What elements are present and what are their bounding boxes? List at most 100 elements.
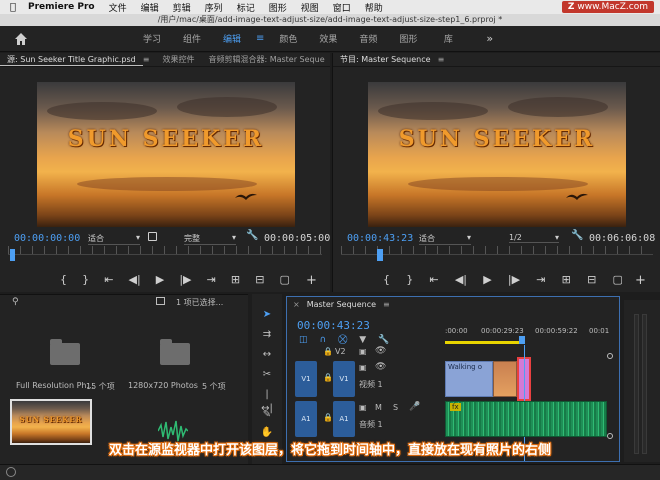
mark-out-icon[interactable]: } [406,273,413,286]
program-fit-select[interactable]: 适合 ▾ [419,233,471,245]
track-label-a1[interactable]: A1 [333,401,355,437]
hand-tool-icon[interactable]: ✋ [260,426,274,440]
track-label-v1[interactable]: V1 [333,361,355,397]
microphone-icon[interactable]: 🎤 [409,402,420,412]
add-button-icon[interactable]: + [306,273,317,288]
source-playhead[interactable] [10,249,15,261]
eye-icon[interactable]: 👁 [375,362,386,372]
source-patch-a1[interactable]: A1 [295,401,317,437]
slip-tool-icon[interactable]: |↔| [260,388,274,414]
mark-in-icon[interactable]: { [60,273,67,286]
go-to-out-icon[interactable]: ⇥ [207,273,216,286]
track-select-tool-icon[interactable]: ⇉ [260,328,274,342]
close-icon[interactable]: × [293,300,300,309]
tab-source[interactable]: 源: Sun Seeker Title Graphic.psd [0,54,143,66]
go-to-in-icon[interactable]: ⇤ [429,273,438,286]
snap-icon[interactable]: ∩ [320,335,327,345]
eye-icon[interactable]: 👁 [375,346,386,356]
tab-audio-clip-mixer[interactable]: 音频剪辑混合器: Master Seque [201,54,330,65]
overwrite-icon[interactable]: ⊟ [255,273,264,286]
tab-editing[interactable]: 编辑 [212,32,252,45]
status-icon[interactable] [6,467,16,477]
lock-icon[interactable]: 🔒 [323,413,333,422]
go-to-in-icon[interactable]: ⇤ [104,273,113,286]
lift-icon[interactable]: ⊞ [562,273,571,286]
step-forward-icon[interactable]: |▶ [179,273,191,286]
workspaces-more-icon[interactable]: » [486,32,493,45]
menu-help[interactable]: 帮助 [365,1,383,14]
program-playhead[interactable] [377,249,383,261]
audio-clip-a1[interactable]: fx [445,401,607,437]
source-video-frame[interactable]: SUN SEEKER [37,82,295,227]
program-panel-menu-icon[interactable]: ≡ [438,55,445,64]
extract-icon[interactable]: ⊟ [587,273,596,286]
nest-icon[interactable]: ◫ [299,335,308,345]
menu-window[interactable]: 窗口 [333,1,351,14]
play-icon[interactable]: ▶ [156,273,164,286]
step-back-icon[interactable]: ◀| [455,273,467,286]
linked-selection-icon[interactable]: ⛒ [338,335,347,345]
menu-sequence[interactable]: 序列 [205,1,223,14]
app-menu[interactable]: Premiere Pro [28,2,95,12]
tab-audio[interactable]: 音频 [348,32,388,45]
step-back-icon[interactable]: ◀| [129,273,141,286]
tab-assembly[interactable]: 组件 [172,32,212,45]
camera-icon[interactable]: ▢ [280,273,290,286]
tab-color[interactable]: 颜色 [268,32,308,45]
menu-graphics[interactable]: 图形 [269,1,287,14]
play-icon[interactable]: ▶ [483,273,491,286]
add-button-icon[interactable]: + [635,273,646,288]
bin-1280x720[interactable]: 1280x720 Photos 5 个项 [124,315,234,395]
tab-effect-controls[interactable]: 效果控件 [155,54,201,65]
source-patch-v1[interactable]: V1 [295,361,317,397]
tab-graphics[interactable]: 图形 [388,32,428,45]
timeline-ruler[interactable]: :00:00 00:00:29:23 00:00:59:22 00:01 [445,327,611,345]
export-frame-icon[interactable] [148,232,157,241]
wrench-icon[interactable]: 🔧 [246,230,258,241]
timeline-timecode[interactable]: 00:00:43:23 [297,319,370,332]
menu-view[interactable]: 视图 [301,1,319,14]
program-video-frame[interactable]: SUN SEEKER [368,82,626,227]
wrench-icon[interactable]: 🔧 [571,230,583,241]
program-resolution-select[interactable]: 1/2 ▾ [509,233,559,243]
lock-icon[interactable]: 🔒 [323,373,333,382]
camera-icon[interactable]: ▢ [613,273,623,286]
selected-psd-thumbnail[interactable]: SUN SEEKER [10,399,92,445]
razor-tool-icon[interactable]: ✂ [260,368,274,382]
lock-icon[interactable]: 🔒 [323,347,333,356]
tab-effects[interactable]: 效果 [308,32,348,45]
selection-tool-icon[interactable]: ➤ [260,308,274,322]
sync-lock-icon[interactable]: ▣ [359,403,367,412]
source-quality-select[interactable]: 完整 ▾ [184,233,236,245]
menu-clip[interactable]: 剪辑 [173,1,191,14]
timeline-playhead-head[interactable] [519,336,525,344]
source-fit-select[interactable]: 适合 ▾ [88,233,140,245]
solo-button[interactable]: S [393,403,398,412]
menu-edit[interactable]: 编辑 [141,1,159,14]
new-bin-icon[interactable] [156,297,165,305]
tab-libraries[interactable]: 库 [428,32,468,45]
vertical-scroll-handle[interactable] [607,433,613,439]
sync-lock-icon[interactable]: ▣ [359,363,367,372]
source-panel-menu-icon[interactable]: ≡ [143,55,150,64]
tab-learn[interactable]: 学习 [132,32,172,45]
insert-icon[interactable]: ⊞ [231,273,240,286]
work-area-bar[interactable] [445,341,519,344]
clip-sunset-photo[interactable] [493,361,517,397]
source-timecode[interactable]: 00:00:00:00 [14,233,80,244]
timeline-wrench-icon[interactable]: 🔧 [378,335,389,345]
tab-master-sequence[interactable]: Master Sequence [300,300,383,309]
program-time-ruler[interactable] [341,246,653,255]
vertical-scroll-handle[interactable] [607,353,613,359]
sync-lock-icon[interactable]: ▣ [359,347,367,356]
marker-icon[interactable]: ▼ [359,335,366,345]
timeline-menu-icon[interactable]: ≡ [383,300,390,309]
search-icon[interactable]: ⚲ [12,297,19,307]
step-forward-icon[interactable]: |▶ [508,273,520,286]
go-to-out-icon[interactable]: ⇥ [536,273,545,286]
workspace-menu-icon[interactable]: ≡ [256,33,264,44]
menu-markers[interactable]: 标记 [237,1,255,14]
tab-program[interactable]: 节目: Master Sequence [333,54,438,65]
bin-full-resolution[interactable]: Full Resolution Ph... 15 个项 [10,315,118,395]
mute-button[interactable]: M [375,403,382,412]
